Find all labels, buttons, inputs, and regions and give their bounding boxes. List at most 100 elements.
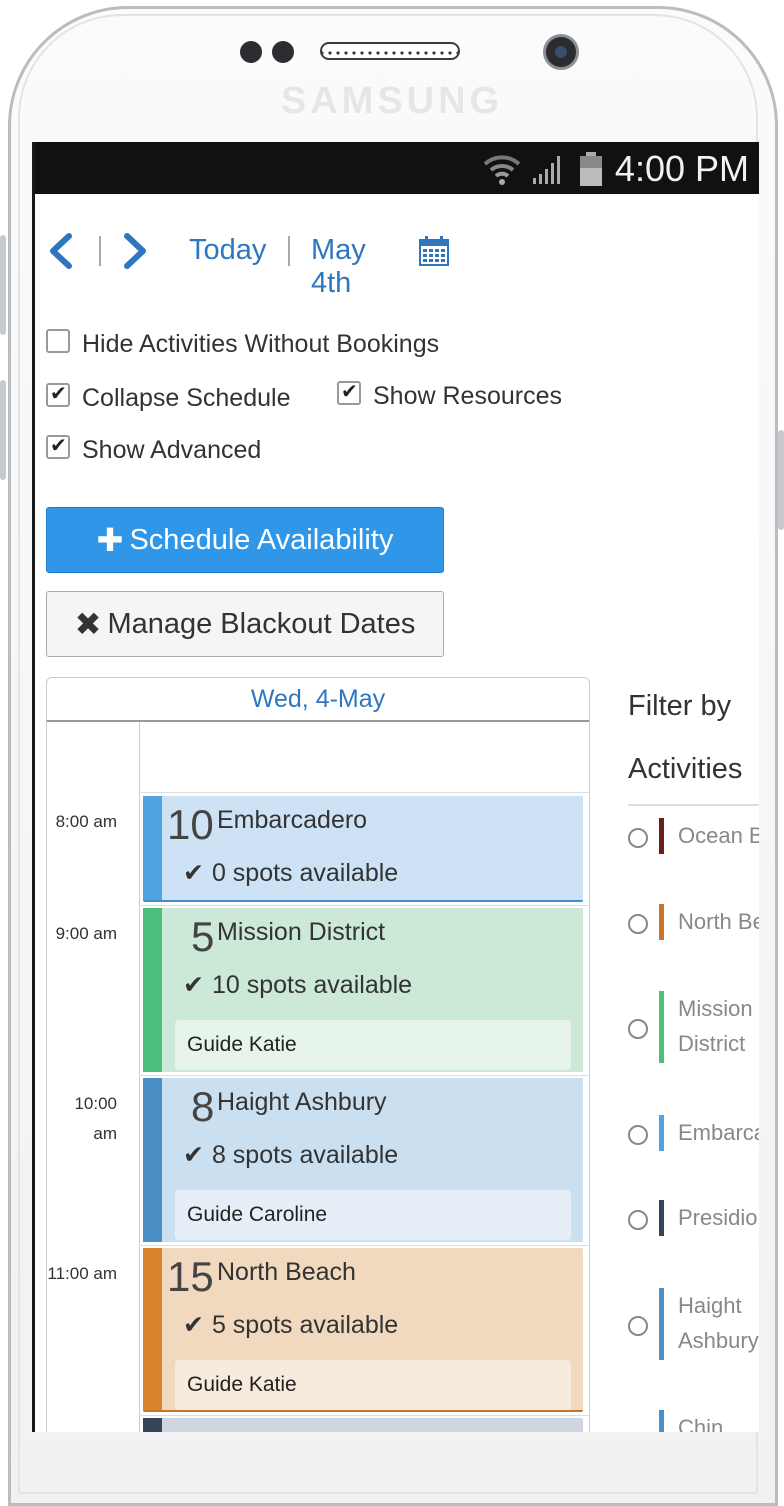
schedule-calendar: Wed, 4-May 8:00 am 9:00 am 10:00 am 11:0… [46,677,590,1432]
sensor-icon [240,41,262,63]
event-spots-label: 8 spots available [211,1141,399,1169]
show-advanced-label: Show Advanced [82,436,262,464]
filter-radio[interactable] [628,1210,648,1230]
event-guide: Guide Caroline [175,1190,571,1240]
phone-side-button-left-2 [0,380,6,480]
grid-line [139,792,589,793]
check-icon: ✔ [50,435,67,457]
filter-item-label: Ocean B [678,823,759,848]
status-time: 4:00 PM [614,148,749,189]
event-spots: ✔ 0 spots available [183,858,398,888]
calendar-icon[interactable] [419,236,449,266]
event-title: Embarcadero [217,806,368,834]
event-booking-count: 5 [191,913,215,960]
brand-logo: SAMSUNG [280,80,504,122]
event-spots-label: 10 spots available [211,971,413,999]
filter-radio[interactable] [628,1316,648,1336]
filter-color-bar [659,818,664,854]
close-icon: ✖ [74,606,102,642]
chevron-right-icon[interactable] [121,232,149,270]
sensor-icon [272,41,294,63]
battery-icon [580,152,602,186]
check-icon: ✔ [183,859,204,887]
schedule-availability-button[interactable]: ✚ Schedule Availability [46,507,444,573]
activity-event-mission-district[interactable]: 5 Mission District ✔ 10 spots available G… [143,908,583,1072]
screen: 4:00 PM Today May 4th Hide Activities Wi… [32,142,759,1432]
date-link[interactable]: May 4th [311,234,366,300]
collapse-schedule-label: Collapse Schedule [82,384,291,412]
grid-line [139,1415,589,1416]
event-guide: Guide Katie [175,1360,571,1410]
event-spots-label: 0 spots available [211,859,399,887]
filter-radio[interactable] [628,914,648,934]
check-icon: ✔ [50,383,67,405]
filter-item-label: District [678,1031,746,1056]
filter-item-haight-ashbury[interactable]: Haight Ashbury [628,1288,759,1360]
event-spots: ✔ 8 spots available [183,1140,398,1170]
show-resources-label: Show Resources [373,382,562,410]
event-color-stripe [143,908,162,1072]
filter-color-bar [659,1115,664,1151]
grid-line [139,905,589,906]
filter-item-embarcadero[interactable]: Embarca [628,1115,759,1151]
event-booking-count: 10 [167,801,214,848]
filter-item-mission-district[interactable]: Mission District [628,991,759,1063]
event-color-stripe [143,1078,162,1242]
filter-color-bar [659,1200,664,1236]
event-title: Haight Ashbury [217,1088,387,1116]
filter-radio[interactable] [628,1125,648,1145]
grid-line [139,1075,589,1076]
collapse-schedule-checkbox[interactable]: ✔ [46,383,70,407]
filter-color-bar [659,1288,664,1360]
filter-color-bar [659,1410,664,1432]
manage-blackout-label: Manage Blackout Dates [107,607,416,640]
activity-event-north-beach[interactable]: 15 North Beach ✔ 5 spots available Guide … [143,1248,583,1412]
filter-item-ocean-beach[interactable]: Ocean B [628,818,759,854]
event-spots: ✔ 10 spots available [183,970,412,1000]
check-icon: ✔ [183,1311,204,1339]
manage-blackout-dates-button[interactable]: ✖ Manage Blackout Dates [46,591,444,657]
check-icon: ✔ [341,381,358,403]
nav-separator [99,236,101,266]
event-title: Mission District [217,918,386,946]
event-booking-count: 15 [167,1253,214,1300]
schedule-day-header: Wed, 4-May [47,678,589,722]
activity-event-partial[interactable] [143,1418,583,1432]
time-label: 9:00 am [55,924,117,943]
show-advanced-checkbox[interactable]: ✔ [46,435,70,459]
event-color-stripe [143,1418,162,1432]
time-label: 10:00 am [74,1094,117,1143]
chevron-left-icon[interactable] [47,232,75,270]
status-bar: 4:00 PM [35,142,759,194]
show-resources-checkbox[interactable]: ✔ [337,381,361,405]
filter-item-label: North Be [678,909,759,934]
filter-title: Filter by [628,690,732,722]
activity-event-haight-ashbury[interactable]: 8 Haight Ashbury ✔ 8 spots available Guid… [143,1078,583,1242]
schedule-availability-label: Schedule Availability [129,523,394,556]
filter-item-label: Mission [678,996,753,1021]
event-spots-label: 5 spots available [211,1311,399,1339]
today-link[interactable]: Today [189,234,266,267]
plus-icon: ✚ [96,522,124,558]
filter-item-chinatown[interactable]: Chin [628,1410,759,1432]
event-color-stripe [143,796,162,900]
event-title: North Beach [217,1258,356,1286]
speaker-grille [320,42,460,60]
phone-side-button-left [0,235,6,335]
time-label: 8:00 am [55,812,117,831]
event-guide: Guide Katie [175,1020,571,1070]
activity-event-embarcadero[interactable]: 10 Embarcadero ✔ 0 spots available [143,796,583,902]
filter-item-north-beach[interactable]: North Be [628,904,759,940]
check-icon: ✔ [183,971,204,999]
filter-item-presidio[interactable]: Presidio [628,1200,759,1236]
hide-activities-label: Hide Activities Without Bookings [82,330,440,358]
filter-item-label: Ashbury [678,1328,759,1353]
filter-item-label: Chin [678,1415,724,1432]
filter-radio[interactable] [628,828,648,848]
filter-item-label: Haight [678,1293,742,1318]
filter-radio[interactable] [628,1019,648,1039]
hide-activities-checkbox[interactable] [46,329,70,353]
filter-title: Activities [628,753,743,785]
camera-icon [543,34,579,70]
filter-item-label: Presidio [678,1205,758,1230]
